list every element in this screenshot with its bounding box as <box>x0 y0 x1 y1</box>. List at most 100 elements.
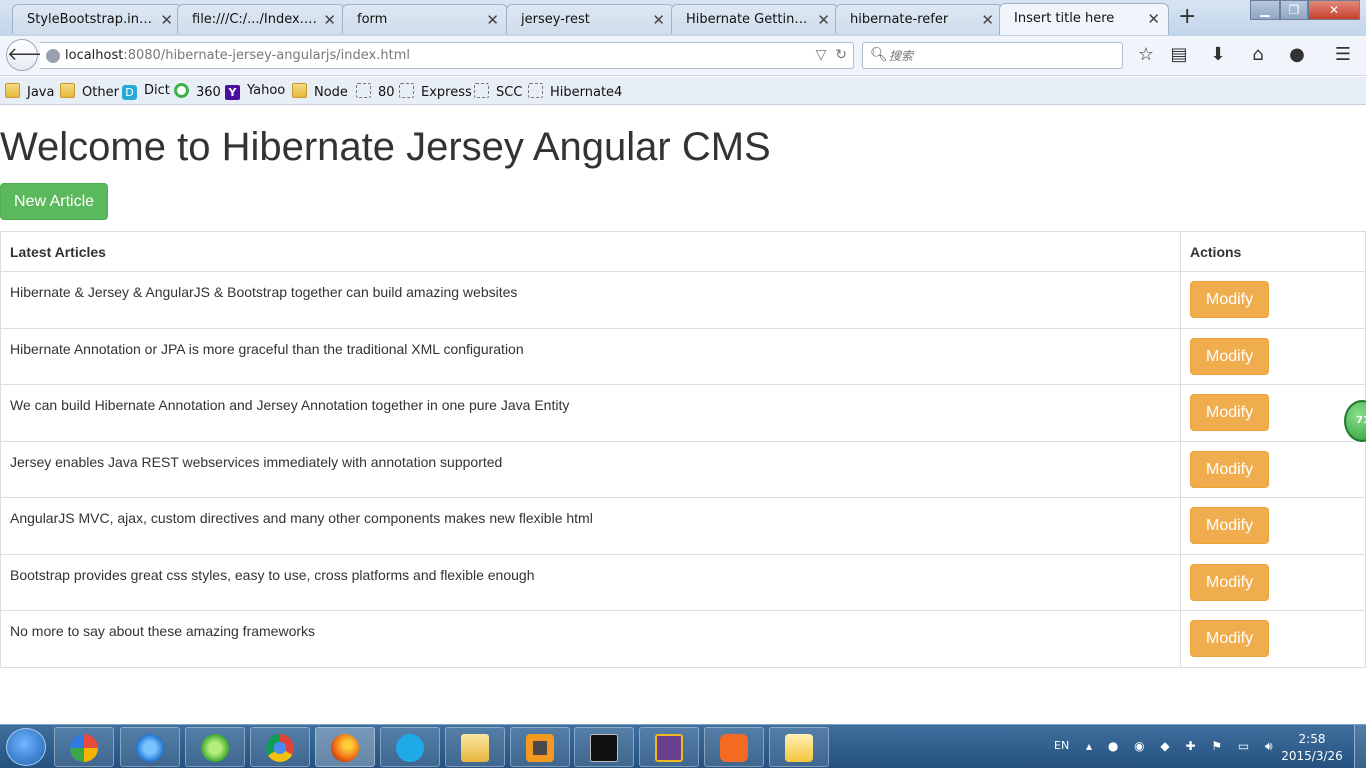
download-icon[interactable]: ⬇ <box>1207 44 1229 66</box>
language-indicator[interactable]: EN <box>1054 739 1069 752</box>
taskbar-app-cmd[interactable] <box>574 727 634 767</box>
page-title: Welcome to Hibernate Jersey Angular CMS <box>0 125 771 169</box>
navigation-toolbar: 🡐 localhost:8080/hibernate-jersey-angula… <box>0 36 1366 76</box>
table-row: AngularJS MVC, ajax, custom directives a… <box>0 497 1366 555</box>
bookmark-item[interactable]: Node <box>292 83 348 100</box>
browser-tab[interactable]: file:///C:/.../Index.html ✕ <box>177 4 345 34</box>
terminal-icon <box>590 734 618 762</box>
bookmark-label: Dict <box>144 83 170 98</box>
page-icon <box>399 83 414 98</box>
menu-icon[interactable]: ☰ <box>1332 44 1354 66</box>
taskbar-app-updater[interactable] <box>185 727 245 767</box>
actions-cell: Modify <box>1180 553 1366 611</box>
search-box[interactable]: 🔍︎ <box>862 42 1123 69</box>
dict-icon: D <box>122 85 137 100</box>
bookmark-item[interactable]: D Dict <box>122 83 170 100</box>
start-button[interactable] <box>6 728 46 766</box>
chat-icon[interactable]: ● <box>1286 44 1308 66</box>
modify-button[interactable]: Modify <box>1190 563 1270 601</box>
taskbar-app-pinwheel[interactable] <box>54 727 114 767</box>
modify-button[interactable]: Modify <box>1190 507 1270 544</box>
reload-icon[interactable]: ↻ <box>835 47 847 63</box>
modify-button[interactable]: Modify <box>1190 281 1270 318</box>
table-row: We can build Hibernate Annotation and Je… <box>0 384 1366 442</box>
taskbar-app-xampp[interactable] <box>704 727 764 767</box>
globe-icon <box>46 49 60 63</box>
bookmark-label: 360 <box>196 85 221 100</box>
clock-date: 2015/3/26 <box>1281 749 1343 763</box>
360-icon <box>174 83 189 98</box>
browser-tab[interactable]: form ✕ <box>342 4 508 34</box>
browser-tab[interactable]: hibernate-refer ✕ <box>835 4 1003 34</box>
folder-icon <box>5 83 20 98</box>
taskbar-app-explorer[interactable] <box>445 727 505 767</box>
bookmark-item[interactable]: 80 <box>356 83 395 100</box>
table-row: Hibernate Annotation or JPA is more grac… <box>0 327 1366 385</box>
minimize-icon[interactable]: ▁ <box>1250 0 1280 20</box>
taskbar-app-skype[interactable] <box>380 727 440 767</box>
bookmark-label: Java <box>27 85 55 100</box>
firefox-icon <box>331 734 359 762</box>
close-icon[interactable]: ✕ <box>486 11 499 29</box>
taskbar-app-ie[interactable] <box>120 727 180 767</box>
window-close-icon[interactable]: ✕ <box>1308 0 1360 20</box>
taskbar-app-firefox[interactable] <box>315 727 375 767</box>
close-icon[interactable]: ✕ <box>160 11 173 29</box>
tab-title: file:///C:/.../Index.html <box>192 12 317 27</box>
bookmark-item[interactable]: SCC <box>474 83 522 100</box>
browser-tab[interactable]: jersey-rest ✕ <box>506 4 674 34</box>
browser-tab[interactable]: StyleBootstrap.info:... ✕ <box>12 4 182 34</box>
bookmark-star-icon[interactable]: ☆ <box>1135 44 1157 66</box>
show-desktop-button[interactable] <box>1354 725 1366 768</box>
article-title: We can build Hibernate Annotation and Je… <box>0 384 1181 442</box>
column-header-articles: Latest Articles <box>0 231 1181 272</box>
dropdown-icon[interactable]: ▽ <box>816 47 827 63</box>
close-icon[interactable]: ✕ <box>652 11 665 29</box>
url-host: localhost <box>65 48 124 63</box>
close-icon[interactable]: ✕ <box>1147 10 1160 28</box>
browser-tab[interactable]: Hibernate Getting S... ✕ <box>671 4 839 34</box>
internet-explorer-icon <box>136 734 164 762</box>
article-title: Jersey enables Java REST webservices imm… <box>0 440 1181 498</box>
new-article-button[interactable]: New Article <box>0 183 109 220</box>
url-bar[interactable]: localhost:8080/hibernate-jersey-angularj… <box>40 42 854 69</box>
refresh-globe-icon <box>201 734 229 762</box>
eclipse-ide-icon <box>655 734 683 762</box>
taskbar-app-eclipse[interactable] <box>639 727 699 767</box>
actions-cell: Modify <box>1180 610 1366 668</box>
browser-tab-active[interactable]: Insert title here ✕ <box>999 3 1169 35</box>
restore-icon[interactable]: ❐ <box>1280 0 1308 20</box>
close-icon[interactable]: ✕ <box>817 11 830 29</box>
url-buttons: ▽ ↻ <box>816 47 847 63</box>
tab-title: hibernate-refer <box>850 12 949 27</box>
reading-list-icon[interactable]: ▤ <box>1168 44 1190 66</box>
pinwheel-icon <box>70 734 98 762</box>
chrome-icon <box>266 734 294 762</box>
bookmark-item[interactable]: Express <box>399 83 472 100</box>
bookmark-item[interactable]: Hibernate4 <box>528 83 622 100</box>
bookmark-item[interactable]: Java <box>5 83 54 100</box>
url-text: localhost:8080/hibernate-jersey-angularj… <box>65 48 410 63</box>
tab-title: Hibernate Getting S... <box>686 12 811 27</box>
taskbar-app-mail[interactable] <box>769 727 829 767</box>
bookmark-item[interactable]: Y Yahoo <box>225 83 285 100</box>
taskbar-app-sublime[interactable] <box>510 727 570 767</box>
system-tray-icons[interactable]: ▴ ● ◉ ◆ ✚ ⚑ ▭ 🔊︎ <box>1086 739 1279 754</box>
tab-title: StyleBootstrap.info:... <box>27 12 152 27</box>
modify-button[interactable]: Modify <box>1190 450 1270 488</box>
new-tab-icon[interactable]: + <box>1178 5 1196 29</box>
home-icon[interactable]: ⌂ <box>1247 44 1269 66</box>
table-header-row: Latest Articles Actions <box>0 231 1366 272</box>
bookmark-item[interactable]: 360 <box>174 83 221 100</box>
clock[interactable]: 2:58 2015/3/26 <box>1280 731 1344 765</box>
bookmark-item[interactable]: Other <box>60 83 119 100</box>
taskbar-app-chrome[interactable] <box>250 727 310 767</box>
back-arrow-icon[interactable]: 🡐 <box>6 39 55 71</box>
search-input[interactable] <box>889 46 1117 65</box>
modify-button[interactable]: Modify <box>1190 620 1270 657</box>
close-icon[interactable]: ✕ <box>323 11 336 29</box>
modify-button[interactable]: Modify <box>1190 394 1270 431</box>
close-icon[interactable]: ✕ <box>981 11 994 29</box>
tab-strip: StyleBootstrap.info:... ✕ file:///C:/...… <box>0 0 1366 36</box>
modify-button[interactable]: Modify <box>1190 337 1270 375</box>
